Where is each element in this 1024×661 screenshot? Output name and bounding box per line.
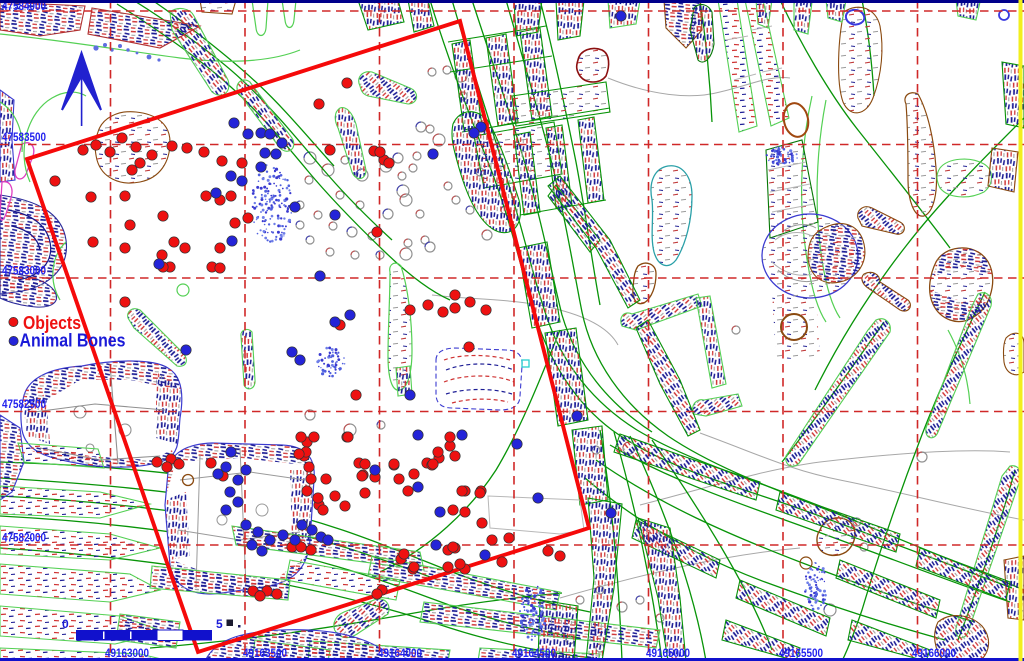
svg-text:47582000: 47582000	[2, 533, 46, 545]
svg-text:47582500: 47582500	[2, 399, 46, 411]
svg-text:47583000: 47583000	[2, 266, 46, 278]
svg-text:Animal Bones: Animal Bones	[20, 331, 126, 351]
svg-text:5: 5	[216, 617, 223, 631]
svg-text:47583500: 47583500	[2, 132, 46, 144]
svg-text:0: 0	[62, 617, 69, 631]
